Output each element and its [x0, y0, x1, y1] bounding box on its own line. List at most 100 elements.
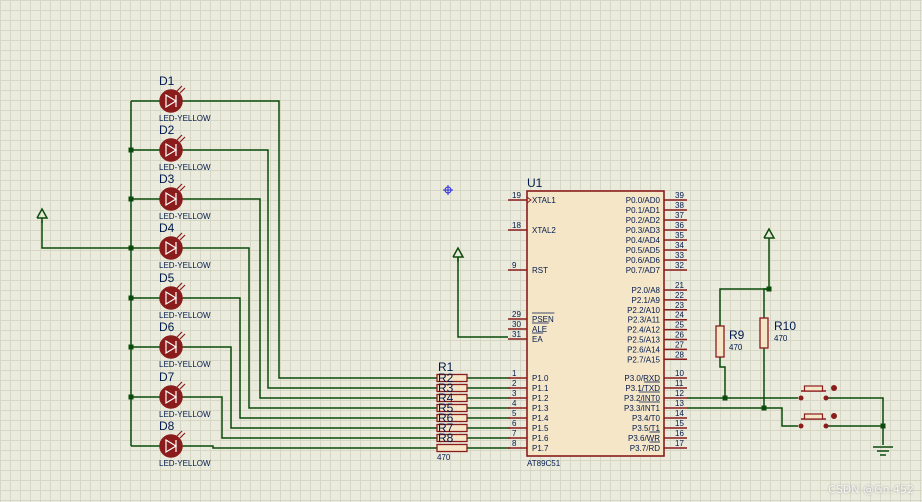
- int1-net: [687, 407, 798, 427]
- light-ray: [176, 282, 183, 289]
- pin-name: P2.7/A15: [627, 355, 660, 364]
- resistor-r9[interactable]: [715, 325, 725, 358]
- junction-dot: [880, 423, 886, 429]
- pin-number: 17: [675, 439, 684, 448]
- pin-number: 21: [675, 281, 684, 290]
- power-terminal-ea: [452, 246, 465, 262]
- pin-number: 25: [675, 321, 684, 330]
- pin-number: 10: [675, 369, 684, 378]
- pin-number: 9: [512, 261, 517, 270]
- resistor-body: [759, 317, 769, 349]
- led-d4[interactable]: [159, 232, 186, 260]
- pin-number: 2: [512, 379, 517, 388]
- led-d2[interactable]: [159, 134, 186, 162]
- light-ray: [179, 234, 186, 241]
- light-ray: [179, 284, 186, 291]
- led-cathode-wire: [182, 100, 437, 379]
- light-ray: [179, 383, 186, 390]
- light-ray: [176, 85, 183, 92]
- led-ref-label: D7: [159, 370, 175, 384]
- pin-number: 31: [512, 330, 521, 339]
- button-cap: [803, 413, 824, 420]
- schematic-canvas[interactable]: D1LED-YELLOWD2LED-YELLOWD3LED-YELLOWD4LE…: [0, 0, 922, 502]
- led-value-label: LED-YELLOW: [159, 360, 211, 369]
- led-body: [159, 138, 183, 162]
- pullup-r10-top: [763, 288, 769, 318]
- pin-name: XTAL2: [532, 226, 556, 235]
- pin-number: 32: [675, 261, 684, 270]
- pin-name: P1.2: [532, 394, 549, 403]
- led-ref-label: D1: [159, 74, 175, 88]
- led-value-label: LED-YELLOW: [159, 163, 211, 172]
- led-d7[interactable]: [159, 381, 186, 409]
- pin-name: P2.6/A14: [627, 345, 660, 354]
- pin-number: 6: [512, 419, 517, 428]
- led-cathode-wire: [182, 297, 437, 419]
- pin-number: 27: [675, 340, 684, 349]
- led-d5[interactable]: [159, 282, 186, 310]
- pin-number: 5: [512, 409, 517, 418]
- light-ray: [176, 232, 183, 239]
- pin-name: P0.5/AD5: [626, 246, 661, 255]
- pin-name: P1.6: [532, 434, 549, 443]
- pin-name: P1.7: [532, 444, 549, 453]
- pin-name: EA: [532, 335, 543, 344]
- led-d1[interactable]: [159, 85, 186, 113]
- led-cathode-wire: [182, 247, 437, 409]
- pin-number: 34: [675, 241, 684, 250]
- resistor-r10[interactable]: [759, 317, 769, 349]
- pin-name: P2.2/A10: [627, 306, 660, 315]
- led-ref-label: D6: [159, 320, 175, 334]
- junction-dot: [128, 196, 134, 202]
- led-value-label: LED-YELLOW: [159, 459, 211, 468]
- pin-name: XTAL1: [532, 196, 556, 205]
- led-body: [159, 286, 183, 310]
- vcc-wire: [41, 221, 131, 249]
- pin-number: 13: [675, 399, 684, 408]
- light-ray: [176, 331, 183, 338]
- pin-number: 18: [512, 221, 521, 230]
- pin-name: P1.0: [532, 374, 549, 383]
- pin-number: 1: [512, 369, 517, 378]
- led-body: [159, 434, 183, 458]
- pin-name: P2.4/A12: [627, 326, 660, 335]
- button-contact: [798, 423, 804, 429]
- pin-number: 22: [675, 291, 684, 300]
- power-terminal-left: [36, 207, 49, 223]
- junction-dot: [761, 405, 767, 411]
- pin-name: P3.7/RD: [630, 444, 660, 453]
- led-d6[interactable]: [159, 331, 186, 359]
- led-cathode-wire: [182, 149, 437, 389]
- pin-name: P2.1/A9: [632, 296, 661, 305]
- led-d3[interactable]: [159, 183, 186, 211]
- resistor-element: [436, 443, 468, 453]
- rpack-value-label: 470: [437, 453, 451, 462]
- light-ray: [179, 432, 186, 439]
- junction-dot: [128, 394, 134, 400]
- led-d8[interactable]: [159, 430, 186, 458]
- ea-wire: [457, 258, 508, 338]
- pin-number: 12: [675, 389, 684, 398]
- light-ray: [176, 183, 183, 190]
- power-terminal-right: [763, 227, 776, 243]
- pin-name: P0.2/AD2: [626, 216, 661, 225]
- light-ray: [179, 136, 186, 143]
- pin-name: P0.4/AD4: [626, 236, 661, 245]
- rpack-element-label: R8: [438, 431, 454, 445]
- r9-ref-label: R9: [729, 328, 745, 342]
- r9-value-label: 470: [729, 343, 743, 352]
- r9-bottom-wire: [719, 357, 726, 398]
- pin-number: 15: [675, 419, 684, 428]
- led-body: [159, 335, 183, 359]
- terminal-arrow-icon: [36, 207, 49, 219]
- led-body: [159, 187, 183, 211]
- pin-number: 36: [675, 221, 684, 230]
- pin-number: 30: [512, 320, 521, 329]
- r10-ref-label: R10: [774, 319, 796, 333]
- pin-name: P0.6/AD6: [626, 256, 661, 265]
- r10-value-label: 470: [774, 334, 788, 343]
- origin-marker-icon: [443, 185, 453, 195]
- led-cathode-wire: [182, 445, 437, 449]
- pin-number: 7: [512, 429, 517, 438]
- led-value-label: LED-YELLOW: [159, 212, 211, 221]
